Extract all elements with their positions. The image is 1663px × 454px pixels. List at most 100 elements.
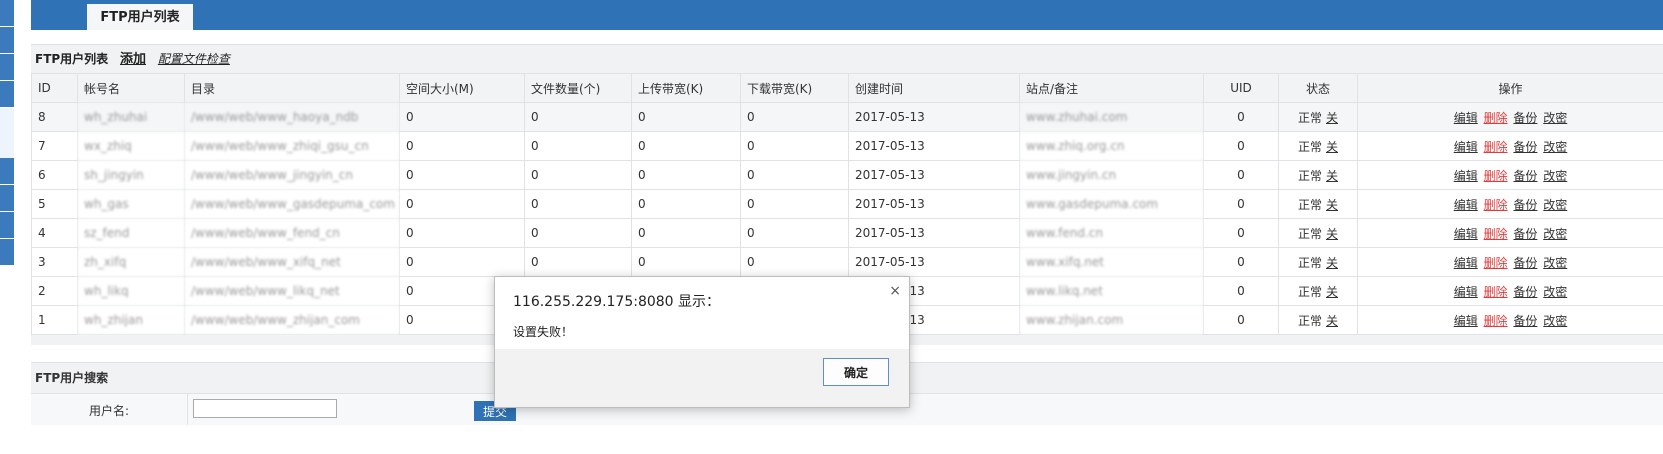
cell-download: 0 — [740, 247, 849, 277]
toggle-off-link[interactable]: 关 — [1326, 140, 1338, 154]
toggle-off-link[interactable]: 关 — [1326, 314, 1338, 328]
edit-link[interactable]: 编辑 — [1454, 285, 1478, 299]
sidebar-block[interactable] — [0, 81, 14, 107]
sidebar-block[interactable] — [0, 27, 14, 53]
backup-link[interactable]: 备份 — [1513, 227, 1537, 241]
delete-link[interactable]: 删除 — [1484, 169, 1508, 183]
cell-id: 2 — [31, 276, 78, 306]
cell-space: 0 — [399, 160, 525, 190]
table-header-row: ID 帐号名 目录 空间大小(M) 文件数量(个) 上传带宽(K) 下载带宽(K… — [31, 73, 1663, 103]
list-title: FTP用户列表 — [35, 52, 109, 66]
col-download: 下载带宽(K) — [740, 73, 849, 103]
sidebar-block[interactable] — [0, 185, 14, 211]
cell-directory: /www/web/www_xifq_net — [184, 247, 400, 277]
backup-link[interactable]: 备份 — [1513, 256, 1537, 270]
delete-link[interactable]: 删除 — [1484, 198, 1508, 212]
backup-link[interactable]: 备份 — [1513, 198, 1537, 212]
cell-uid: 0 — [1203, 131, 1279, 161]
edit-link[interactable]: 编辑 — [1454, 227, 1478, 241]
change-password-link[interactable]: 改密 — [1543, 198, 1567, 212]
cell-site: www.gasdepuma.com — [1019, 189, 1204, 219]
sidebar-block[interactable] — [0, 108, 14, 134]
edit-link[interactable]: 编辑 — [1454, 198, 1478, 212]
cell-directory: /www/web/www_jingyin_cn — [184, 160, 400, 190]
change-password-link[interactable]: 改密 — [1543, 227, 1567, 241]
tab-ftp-user-list[interactable]: FTP用户列表 — [87, 4, 193, 30]
cell-download: 0 — [740, 189, 849, 219]
toggle-off-link[interactable]: 关 — [1326, 111, 1338, 125]
backup-link[interactable]: 备份 — [1513, 140, 1537, 154]
config-check-link[interactable]: 配置文件检查 — [158, 52, 230, 66]
cell-space: 0 — [399, 102, 525, 132]
cell-actions: 编辑 删除 备份 改密 — [1357, 276, 1663, 306]
edit-link[interactable]: 编辑 — [1454, 314, 1478, 328]
add-user-link[interactable]: 添加 — [120, 52, 146, 67]
change-password-link[interactable]: 改密 — [1543, 285, 1567, 299]
edit-link[interactable]: 编辑 — [1454, 169, 1478, 183]
sidebar-block[interactable] — [0, 212, 14, 238]
change-password-link[interactable]: 改密 — [1543, 111, 1567, 125]
change-password-link[interactable]: 改密 — [1543, 256, 1567, 270]
change-password-link[interactable]: 改密 — [1543, 314, 1567, 328]
sidebar-block[interactable] — [0, 0, 14, 26]
delete-link[interactable]: 删除 — [1484, 256, 1508, 270]
cell-space: 0 — [399, 131, 525, 161]
cell-status: 正常关 — [1278, 189, 1358, 219]
backup-link[interactable]: 备份 — [1513, 314, 1537, 328]
toggle-off-link[interactable]: 关 — [1326, 285, 1338, 299]
toggle-off-link[interactable]: 关 — [1326, 227, 1338, 241]
sidebar-block[interactable] — [0, 54, 14, 80]
cell-id: 3 — [31, 247, 78, 277]
cell-uid: 0 — [1203, 276, 1279, 306]
cell-files: 0 — [524, 131, 632, 161]
toggle-off-link[interactable]: 关 — [1326, 169, 1338, 183]
cell-download: 0 — [740, 160, 849, 190]
cell-account: wh_likq — [77, 276, 185, 306]
cell-created: 2017-05-13 — [848, 160, 1020, 190]
col-upload: 上传带宽(K) — [631, 73, 741, 103]
delete-link[interactable]: 删除 — [1484, 285, 1508, 299]
edit-link[interactable]: 编辑 — [1454, 111, 1478, 125]
change-password-link[interactable]: 改密 — [1543, 140, 1567, 154]
cell-files: 0 — [524, 218, 632, 248]
close-icon[interactable]: × — [889, 283, 901, 299]
cell-actions: 编辑 删除 备份 改密 — [1357, 218, 1663, 248]
backup-link[interactable]: 备份 — [1513, 169, 1537, 183]
delete-link[interactable]: 删除 — [1484, 111, 1508, 125]
cell-status: 正常关 — [1278, 305, 1358, 335]
cell-created: 2017-05-13 — [848, 218, 1020, 248]
delete-link[interactable]: 删除 — [1484, 227, 1508, 241]
edit-link[interactable]: 编辑 — [1454, 256, 1478, 270]
dialog-title: 116.255.229.175:8080 显示： — [513, 294, 721, 310]
cell-created: 2017-05-13 — [848, 102, 1020, 132]
table-row: 4 sz_fend/www/web/www_fend_cn 0 0 0 0 2017-05-… — [31, 218, 1663, 248]
col-account: 帐号名 — [77, 73, 185, 103]
cell-actions: 编辑 删除 备份 改密 — [1357, 189, 1663, 219]
col-actions: 操作 — [1357, 73, 1663, 103]
cell-actions: 编辑 删除 备份 改密 — [1357, 131, 1663, 161]
dialog-footer: 确定 — [495, 349, 909, 407]
sidebar-block[interactable] — [0, 132, 14, 158]
delete-link[interactable]: 删除 — [1484, 140, 1508, 154]
cell-directory: /www/web/www_fend_cn — [184, 218, 400, 248]
toggle-off-link[interactable]: 关 — [1326, 198, 1338, 212]
cell-files: 0 — [524, 247, 632, 277]
backup-link[interactable]: 备份 — [1513, 285, 1537, 299]
status-text: 正常 — [1297, 226, 1322, 241]
cell-upload: 0 — [631, 160, 741, 190]
sidebar-block[interactable] — [0, 158, 14, 184]
cell-directory: /www/web/www_zhiqi_gsu_cn — [184, 131, 400, 161]
edit-link[interactable]: 编辑 — [1454, 140, 1478, 154]
change-password-link[interactable]: 改密 — [1543, 169, 1567, 183]
username-input[interactable] — [193, 399, 337, 418]
backup-link[interactable]: 备份 — [1513, 111, 1537, 125]
cell-upload: 0 — [631, 189, 741, 219]
sidebar-block[interactable] — [0, 239, 14, 265]
status-text: 正常 — [1297, 255, 1322, 270]
ok-button[interactable]: 确定 — [823, 358, 889, 386]
status-text: 正常 — [1297, 110, 1322, 125]
delete-link[interactable]: 删除 — [1484, 314, 1508, 328]
toggle-off-link[interactable]: 关 — [1326, 256, 1338, 270]
alert-dialog: 116.255.229.175:8080 显示： × 设置失败！ 确定 — [494, 276, 910, 408]
table-row: 5 wh_gas/www/web/www_gasdepuma_com 0 0 0 0 201… — [31, 189, 1663, 219]
